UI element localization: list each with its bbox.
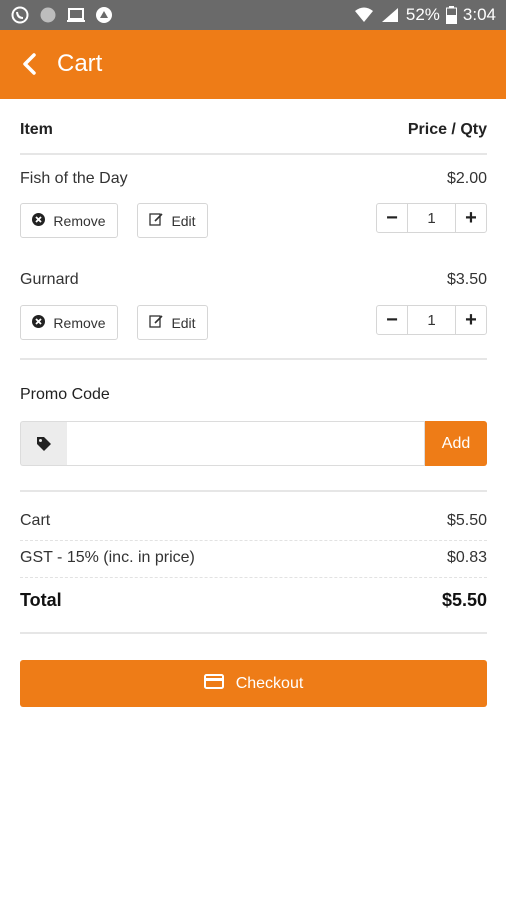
remove-button[interactable]: Remove — [20, 203, 118, 238]
gst-label: GST - 15% (inc. in price) — [20, 549, 195, 566]
checkout-button[interactable]: Checkout — [20, 660, 487, 707]
app-bar: Cart — [0, 30, 506, 99]
status-bar: 52% 3:04 — [0, 0, 506, 30]
laptop-icon — [66, 6, 86, 24]
edit-icon — [149, 212, 164, 229]
increase-qty-button[interactable]: + — [456, 204, 486, 232]
status-right: 52% 3:04 — [354, 0, 496, 30]
promo-code-label: Promo Code — [20, 386, 110, 403]
items-divider — [20, 358, 487, 360]
battery-percent: 52% — [405, 5, 440, 24]
status-left-icons — [10, 6, 114, 24]
checkout-label: Checkout — [235, 674, 304, 692]
quantity-stepper: − 1 + — [376, 305, 487, 335]
whatsapp-icon — [10, 6, 30, 24]
app-icon — [94, 6, 114, 24]
cart-item-name: Fish of the Day — [20, 170, 128, 187]
promo-divider — [20, 490, 487, 492]
increase-qty-button[interactable]: + — [456, 306, 486, 334]
status-time: 3:04 — [462, 5, 496, 24]
remove-button[interactable]: Remove — [20, 305, 118, 340]
signal-icon — [380, 6, 400, 24]
edit-label: Edit — [171, 314, 196, 331]
edit-icon — [149, 314, 164, 331]
credit-card-icon — [203, 673, 224, 694]
remove-icon — [32, 212, 46, 229]
tag-icon — [20, 421, 67, 466]
total-value: $5.50 — [441, 590, 487, 610]
edit-button[interactable]: Edit — [137, 203, 208, 238]
cart-item-price: $3.50 — [446, 271, 487, 288]
edit-label: Edit — [171, 212, 196, 229]
quantity-value[interactable]: 1 — [407, 204, 456, 232]
quantity-stepper: − 1 + — [376, 203, 487, 233]
gst-value: $0.83 — [446, 549, 487, 566]
promo-code-input[interactable] — [67, 421, 425, 466]
summary-bottom-divider — [20, 632, 487, 634]
quantity-value[interactable]: 1 — [407, 306, 456, 334]
price-qty-column-header: Price / Qty — [407, 121, 487, 138]
chevron-left-icon[interactable] — [18, 52, 42, 76]
page-title: Cart — [57, 50, 103, 77]
cart-item-name: Gurnard — [20, 271, 79, 288]
promo-code-group: Add — [20, 421, 487, 466]
total-label: Total — [20, 590, 62, 610]
remove-icon — [32, 314, 46, 331]
battery-icon — [445, 6, 457, 24]
circle-icon — [38, 6, 58, 24]
cart-subtotal-label: Cart — [20, 512, 51, 529]
decrease-qty-button[interactable]: − — [377, 306, 407, 334]
remove-label: Remove — [53, 314, 106, 331]
cart-item-price: $2.00 — [446, 170, 487, 187]
edit-button[interactable]: Edit — [137, 305, 208, 340]
header-divider — [20, 153, 487, 155]
add-promo-button[interactable]: Add — [425, 421, 487, 466]
remove-label: Remove — [53, 212, 106, 229]
decrease-qty-button[interactable]: − — [377, 204, 407, 232]
wifi-icon — [354, 6, 374, 24]
cart-subtotal-value: $5.50 — [446, 512, 487, 529]
summary-divider — [20, 577, 487, 578]
summary-divider — [20, 540, 487, 541]
item-column-header: Item — [20, 121, 53, 138]
